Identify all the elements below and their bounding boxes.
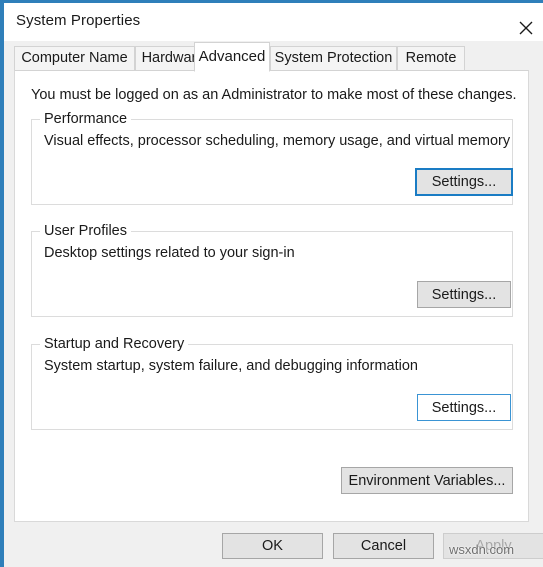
admin-notice: You must be logged on as an Administrato… bbox=[31, 87, 517, 103]
watermark: wsxdn.com bbox=[449, 542, 515, 557]
user-profiles-settings-button[interactable]: Settings... bbox=[417, 281, 511, 308]
window-title: System Properties bbox=[16, 12, 141, 29]
group-startup-recovery-label: Startup and Recovery bbox=[40, 336, 189, 352]
close-button[interactable] bbox=[504, 3, 543, 41]
performance-settings-button[interactable]: Settings... bbox=[415, 168, 513, 196]
tab-remote[interactable]: Remote bbox=[397, 46, 465, 71]
group-user-profiles-description: Desktop settings related to your sign-in bbox=[44, 245, 295, 261]
group-performance: Performance Visual effects, processor sc… bbox=[31, 111, 513, 205]
cancel-button[interactable]: Cancel bbox=[333, 533, 434, 559]
environment-variables-button[interactable]: Environment Variables... bbox=[341, 467, 513, 494]
ok-button[interactable]: OK bbox=[222, 533, 323, 559]
tab-advanced[interactable]: Advanced bbox=[194, 42, 270, 72]
tab-computer-name[interactable]: Computer Name bbox=[14, 46, 135, 71]
group-startup-recovery-description: System startup, system failure, and debu… bbox=[44, 358, 418, 374]
system-properties-dialog: System Properties Computer Name Hardware… bbox=[0, 0, 543, 567]
tab-strip: Computer Name Hardware Advanced System P… bbox=[4, 41, 543, 72]
group-user-profiles-label: User Profiles bbox=[40, 223, 131, 239]
group-startup-recovery: Startup and Recovery System startup, sys… bbox=[31, 336, 513, 430]
window-accent-left bbox=[0, 0, 4, 567]
tab-content-advanced: You must be logged on as an Administrato… bbox=[14, 70, 529, 522]
group-user-profiles: User Profiles Desktop settings related t… bbox=[31, 223, 513, 317]
group-performance-label: Performance bbox=[40, 111, 132, 127]
startup-recovery-settings-button[interactable]: Settings... bbox=[417, 394, 511, 421]
group-performance-description: Visual effects, processor scheduling, me… bbox=[44, 133, 511, 149]
tab-system-protection[interactable]: System Protection bbox=[270, 46, 397, 71]
title-bar: System Properties bbox=[4, 3, 543, 41]
close-icon bbox=[504, 20, 543, 36]
